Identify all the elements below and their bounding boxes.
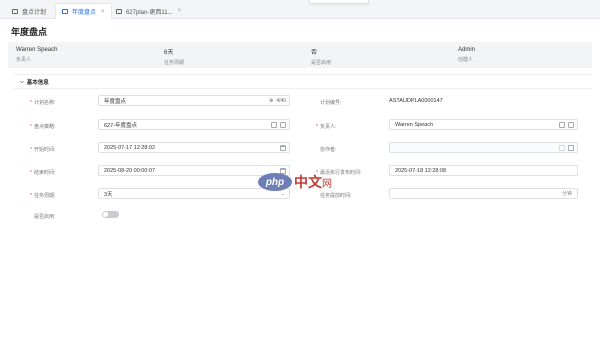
list-icon[interactable] <box>271 121 277 128</box>
summary-value: Warren Speach <box>16 47 58 53</box>
section-header[interactable]: ⌵ 基本信息 <box>20 78 49 86</box>
enabled-label: 是否启用: <box>34 214 56 220</box>
owner-label: * 负责人: <box>316 124 337 130</box>
calendar-icon[interactable] <box>280 144 286 151</box>
char-counter: 4/40 <box>276 97 286 104</box>
plan-name-input[interactable]: 年度盘点 ⊗ 4/40 <box>98 95 290 106</box>
list-icon[interactable] <box>559 121 565 128</box>
document-icon[interactable] <box>568 121 574 128</box>
close-icon[interactable]: × <box>101 9 105 15</box>
page-title: 年度盘点 <box>11 27 48 37</box>
watermark-text: 中文 <box>294 174 322 190</box>
summary-cycle: 6天 任务周期 <box>164 47 184 66</box>
popup-edge <box>309 0 369 4</box>
plan-no-label: 计划编号: <box>320 100 342 106</box>
advance-input[interactable]: 分钟 <box>389 188 578 199</box>
summary-label: 任务周期 <box>164 60 185 66</box>
owner-select[interactable]: Warren Speach <box>389 119 578 130</box>
plan-name-label: * 计划名称: <box>30 100 56 106</box>
php-watermark: php 中文 网 <box>258 172 332 192</box>
participants-select[interactable] <box>389 142 578 153</box>
php-logo: php <box>258 173 292 191</box>
summary-value: Admin <box>458 47 476 53</box>
window-icon <box>12 8 18 14</box>
summary-value: 否 <box>311 50 318 56</box>
tab-label: 627plan-更西11... <box>126 9 173 16</box>
cycle-label: * 任务周期: <box>30 193 56 199</box>
summary-label: 负责人 <box>16 57 32 63</box>
chevron-down-icon: ⌵ <box>20 79 24 85</box>
tab-label: 盘点计划 <box>22 9 47 16</box>
end-time-label: * 结束时间: <box>30 170 56 176</box>
summary-creator: Admin 创建人 <box>458 47 475 63</box>
section-title: 基本信息 <box>26 80 49 86</box>
tab-inventory-plan[interactable]: 盘点计划 <box>12 3 46 19</box>
divider <box>14 74 592 75</box>
unit-label: 分钟 <box>561 191 572 197</box>
plan-no-value: ASTAUDPLA0000147 <box>389 98 443 104</box>
clear-icon[interactable]: ⊗ <box>269 98 273 104</box>
enabled-toggle[interactable] <box>102 211 119 218</box>
tab-annual-inventory[interactable]: 年度盘点 × <box>55 3 112 19</box>
summary-value: 6天 <box>164 50 174 56</box>
list-icon[interactable] <box>559 144 565 151</box>
scope-select[interactable]: 627-年度盘点 <box>98 119 290 130</box>
summary-owner: Warren Speach 负责人 <box>16 47 57 63</box>
tab-627plan[interactable]: 627plan-更西11... × <box>116 3 181 19</box>
summary-label: 创建人 <box>458 57 474 63</box>
close-icon[interactable]: × <box>178 8 182 14</box>
summary-label: 是否启用 <box>311 60 332 66</box>
start-time-label: * 开始时间: <box>30 147 56 153</box>
next-time-picker[interactable]: 2025-07-18 12:28:08 <box>389 165 578 176</box>
document-icon[interactable] <box>568 144 574 151</box>
watermark-text: 网 <box>322 178 332 190</box>
summary-enabled: 否 是否启用 <box>311 47 331 66</box>
tab-bar: 盘点计划 年度盘点 × 627plan-更西11... × <box>0 0 600 19</box>
summary-band: Warren Speach 负责人 6天 任务周期 否 是否启用 Admin 创… <box>8 42 592 68</box>
scope-label: * 盘点策略: <box>30 124 56 130</box>
document-icon[interactable] <box>280 121 286 128</box>
start-time-picker[interactable]: 2025-07-17 12:28:02 <box>98 142 290 153</box>
window-icon <box>116 8 122 14</box>
toggle-knob <box>103 212 108 217</box>
window-icon <box>62 9 68 14</box>
participants-label: 协作者: <box>320 147 337 153</box>
advance-label: 任务提前时间: <box>320 193 352 199</box>
divider <box>14 88 592 89</box>
tab-label: 年度盘点 <box>72 10 97 16</box>
